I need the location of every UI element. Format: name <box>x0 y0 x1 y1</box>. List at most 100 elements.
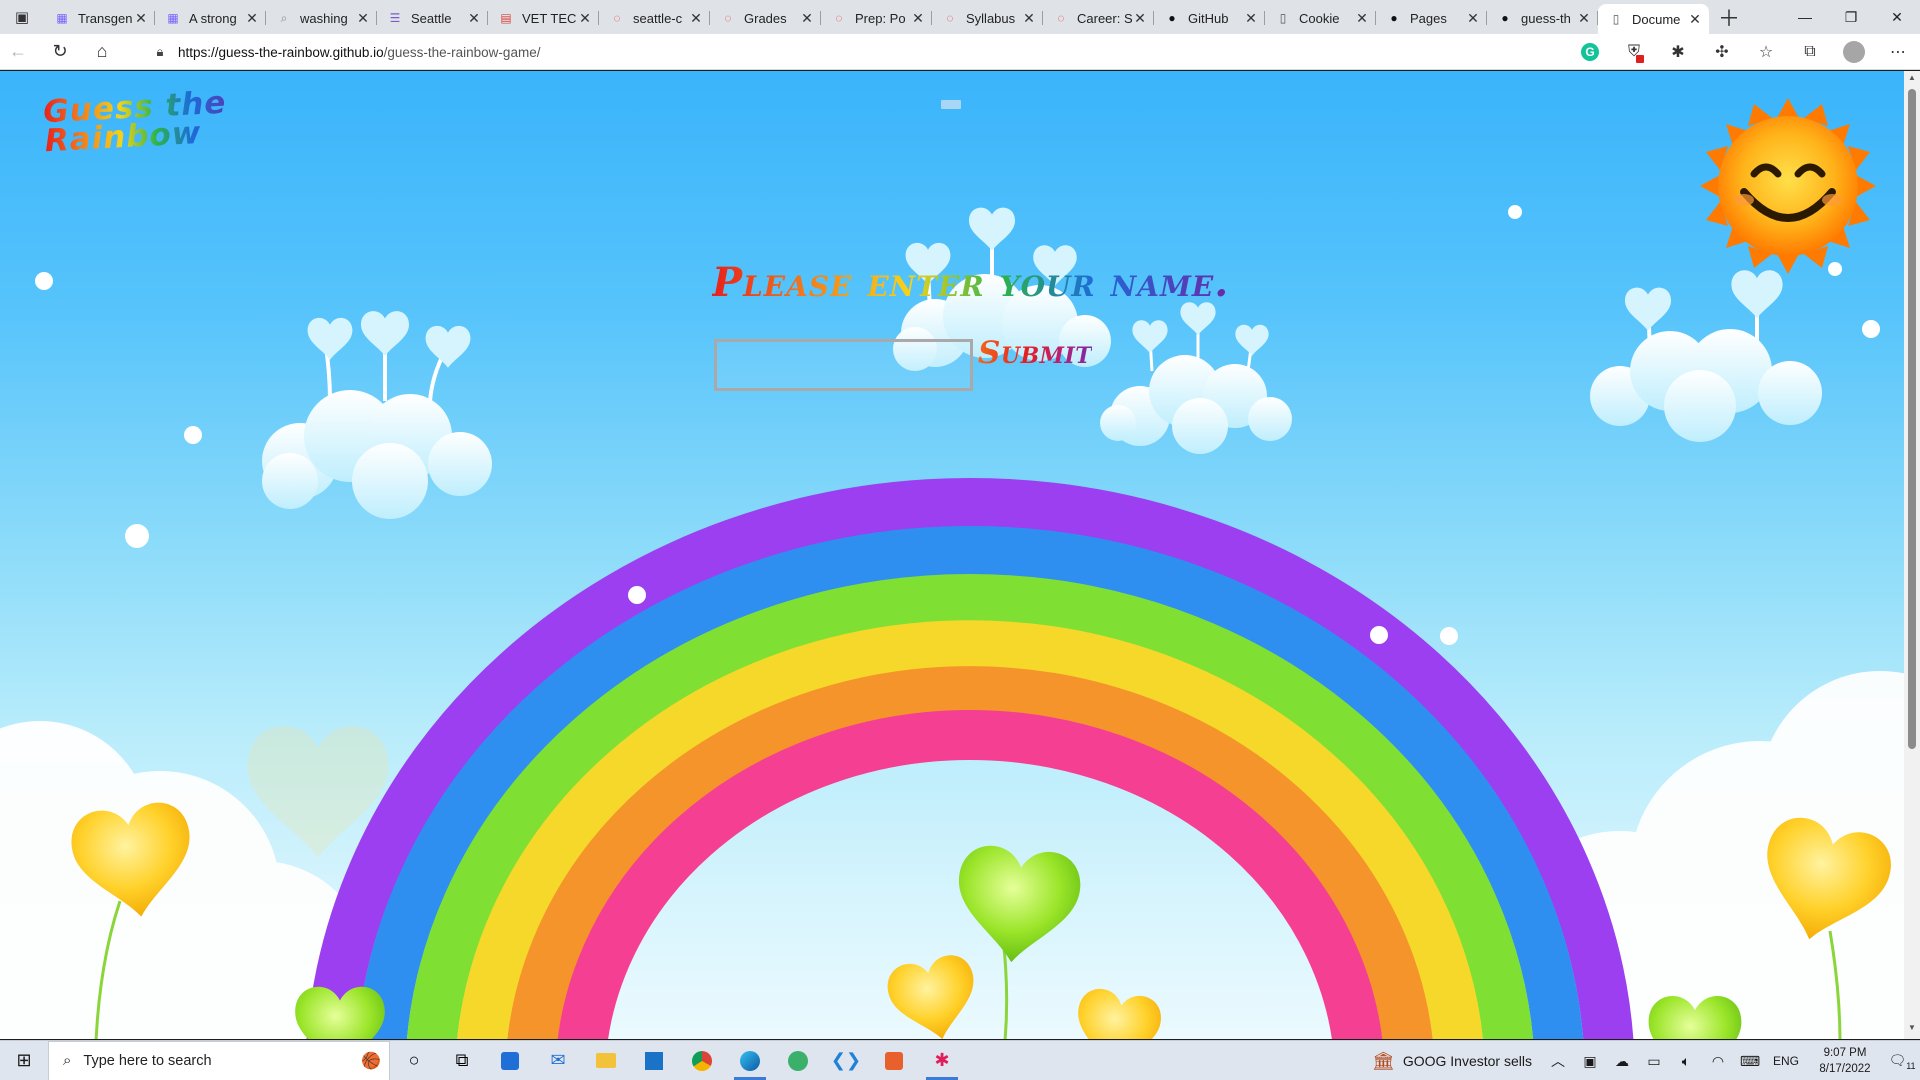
profile-avatar-icon[interactable] <box>1832 34 1876 70</box>
browser-tab[interactable]: ◌ Prep: Po ✕ <box>821 4 932 32</box>
onedrive-cloud-icon[interactable]: ☁ <box>1606 1053 1638 1070</box>
close-tab-icon[interactable]: ✕ <box>355 10 371 27</box>
vscode-icon[interactable]: ❮❯ <box>822 1041 870 1080</box>
close-tab-icon[interactable]: ✕ <box>688 10 704 27</box>
chrome-icon[interactable] <box>678 1041 726 1080</box>
back-button[interactable]: ← <box>0 34 36 70</box>
browser-tab[interactable]: ◌ Career: S ✕ <box>1043 4 1154 32</box>
battery-icon[interactable]: ▭ <box>1638 1053 1670 1070</box>
page-scrollbar[interactable]: ▲ ▼ <box>1904 71 1920 1039</box>
canvas-icon: ◌ <box>1057 11 1065 25</box>
blue-app-icon[interactable] <box>630 1041 678 1080</box>
clock[interactable]: 9:07 PM 8/17/2022 <box>1806 1045 1884 1077</box>
tab-title: A strong <box>189 10 237 26</box>
rainbow <box>306 478 1634 1039</box>
wifi-icon[interactable]: ◠ <box>1702 1053 1734 1070</box>
address-bar: ← ↻ ⌂ 🔒︎ https://guess-the-rainbow.githu… <box>0 34 1920 96</box>
close-tab-icon[interactable]: ✕ <box>1354 10 1370 27</box>
grammarly-icon[interactable]: G <box>1568 34 1612 70</box>
status-indicator <box>941 100 961 109</box>
task-view-icon[interactable]: ⧉ <box>438 1041 486 1080</box>
language-indicator[interactable]: ENG <box>1766 1054 1806 1068</box>
close-tab-icon[interactable]: ✕ <box>910 10 926 27</box>
browser-tab[interactable]: ▯ Cookie ✕ <box>1265 4 1376 32</box>
lock-icon: 🔒︎ <box>156 44 164 59</box>
close-tab-icon[interactable]: ✕ <box>1576 10 1592 27</box>
taskbar-search[interactable]: ⌕ Type here to search 🏀 <box>48 1040 390 1080</box>
close-tab-icon[interactable]: ✕ <box>1243 10 1259 27</box>
new-tab-button[interactable]: ＋ <box>1713 3 1745 31</box>
file-explorer-icon[interactable] <box>582 1041 630 1080</box>
volume-icon[interactable]: 🔈︎ <box>1670 1053 1702 1070</box>
scrollbar-thumb[interactable] <box>1908 89 1916 749</box>
scroll-down-arrow-icon[interactable]: ▼ <box>1904 1023 1920 1037</box>
close-tab-icon[interactable]: ✕ <box>244 10 260 27</box>
close-tab-icon[interactable]: ✕ <box>577 10 593 27</box>
browser-tab[interactable]: ▦ A strong ✕ <box>155 4 266 32</box>
taskbar-search-placeholder: Type here to search <box>83 1052 212 1069</box>
bank-icon: 🏛︎ <box>1371 1050 1395 1071</box>
browser-tab[interactable]: ● guess-th ✕ <box>1487 4 1598 32</box>
close-tab-icon[interactable]: ✕ <box>1132 10 1148 27</box>
sun-icon <box>1700 98 1876 274</box>
extension-shield-icon[interactable]: ⛨ <box>1612 34 1656 70</box>
url-text: https://guess-the-rainbow.github.io/gues… <box>178 45 540 60</box>
browser-tab[interactable]: ▤ VET TEC ✕ <box>488 4 599 32</box>
slack-icon[interactable]: ✱ <box>918 1041 966 1080</box>
extensions-puzzle-icon[interactable]: ✣ <box>1700 34 1744 70</box>
minimize-button[interactable]: — <box>1782 0 1828 34</box>
extension-bug-icon[interactable]: ✱ <box>1656 34 1700 70</box>
close-tab-icon[interactable]: ✕ <box>1021 10 1037 27</box>
notification-center-icon[interactable]: 🗨︎11 <box>1884 1052 1920 1071</box>
close-tab-icon[interactable]: ✕ <box>799 10 815 27</box>
doc-icon: ▦ <box>56 11 68 25</box>
keyboard-icon[interactable]: ⌨ <box>1734 1053 1766 1070</box>
close-tab-icon[interactable]: ✕ <box>133 10 149 27</box>
git-app-icon[interactable] <box>870 1041 918 1080</box>
submit-button[interactable]: Submit <box>978 335 1092 371</box>
green-globe-app-icon[interactable] <box>774 1041 822 1080</box>
edge-icon[interactable] <box>726 1041 774 1080</box>
scroll-up-arrow-icon[interactable]: ▲ <box>1904 73 1920 87</box>
close-tab-icon[interactable]: ✕ <box>1465 10 1481 27</box>
news-ticker[interactable]: 🏛︎ GOOG Investor sells <box>1372 1051 1532 1072</box>
browser-tab[interactable]: ▦ Transgender✕ <box>44 4 155 32</box>
game-page: Guess the Rainbow Please enter your name… <box>0 71 1920 1039</box>
store-app-icon[interactable] <box>486 1041 534 1080</box>
notification-count: 11 <box>1906 1060 1916 1071</box>
tab-title: Cookie <box>1299 10 1340 26</box>
meet-now-icon[interactable]: ▣ <box>1574 1053 1606 1070</box>
mail-app-icon[interactable]: ✉ <box>534 1041 582 1080</box>
collections-icon[interactable]: ⧉ <box>1788 34 1832 70</box>
cortana-icon[interactable]: ○ <box>390 1041 438 1080</box>
browser-tab[interactable]: ◌ seattle-c ✕ <box>599 4 710 32</box>
tab-actions-button[interactable]: ▣ <box>0 0 44 34</box>
start-button[interactable]: ⊞ <box>0 1041 48 1080</box>
tab-title: Transgender <box>78 10 133 26</box>
browser-tab[interactable]: ◌ Grades ✕ <box>710 4 821 32</box>
browser-tab[interactable]: ⌕ washing ✕ <box>266 4 377 32</box>
close-tab-icon[interactable]: ✕ <box>1687 11 1703 28</box>
home-button[interactable]: ⌂ <box>84 34 120 70</box>
tab-title: Seattle <box>411 10 452 26</box>
toolbar-icons: G ⛨ ✱ ✣ ☆ ⧉ ⋯ <box>1568 34 1920 70</box>
more-menu-icon[interactable]: ⋯ <box>1876 34 1920 70</box>
restore-button[interactable]: ❐ <box>1828 0 1874 34</box>
refresh-button[interactable]: ↻ <box>42 34 78 70</box>
url-field[interactable]: 🔒︎ https://guess-the-rainbow.github.io/g… <box>146 38 1526 66</box>
browser-tab[interactable]: ◌ Syllabus ✕ <box>932 4 1043 32</box>
browser-tab[interactable]: ☰ Seattle ✕ <box>377 4 488 32</box>
news-ticker-text: GOOG Investor sells <box>1402 1053 1532 1069</box>
show-hidden-icons-chevron-icon[interactable]: ︿ <box>1542 1051 1574 1071</box>
name-input[interactable] <box>714 339 973 391</box>
browser-tab[interactable]: ▯ Docume ✕ <box>1598 4 1709 34</box>
canvas-icon: ◌ <box>835 11 843 25</box>
favorites-icon[interactable]: ☆ <box>1744 34 1788 70</box>
tab-title: VET TEC <box>522 10 577 26</box>
browser-tab[interactable]: ● GitHub ✕ <box>1154 4 1265 32</box>
close-tab-icon[interactable]: ✕ <box>466 10 482 27</box>
github-icon: ● <box>1501 11 1509 25</box>
browser-tab[interactable]: ● Pages ✕ <box>1376 4 1487 32</box>
background-scene <box>0 98 1920 1039</box>
close-window-button[interactable]: ✕ <box>1874 0 1920 34</box>
